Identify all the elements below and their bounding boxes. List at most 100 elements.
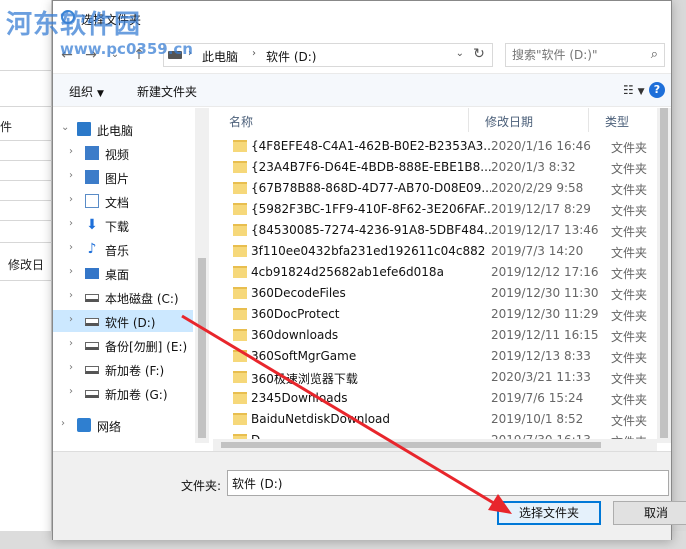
chevron-right-icon[interactable]: › (69, 266, 73, 277)
search-icon[interactable]: ⌕ (651, 47, 658, 62)
new-folder-button[interactable]: 新建文件夹 (137, 83, 197, 100)
file-name: {5982F3BC-1FF9-410F-8F62-3E206FAF... (251, 202, 491, 216)
file-type: 文件夹 (611, 162, 648, 176)
view-options-icon[interactable]: ☷ ▼ (623, 83, 645, 97)
search-input[interactable] (506, 44, 636, 66)
file-date: 2019/12/17 13:46 (491, 223, 599, 237)
dialog-titlebar[interactable]: 选择文件夹 (53, 1, 671, 35)
file-row[interactable]: 360downloads 2019/12/11 16:15 文件夹 (213, 325, 657, 346)
chevron-down-icon[interactable]: ⌄ (61, 122, 69, 133)
scroll-thumb[interactable] (198, 258, 206, 438)
folder-icon (233, 203, 247, 215)
nav-item[interactable]: › 桌面 (53, 262, 193, 284)
file-row[interactable]: {5982F3BC-1FF9-410F-8F62-3E206FAF... 2019… (213, 199, 657, 220)
file-name: 2345Downloads (251, 391, 348, 405)
sort-up-icon: ^ (353, 108, 361, 114)
chevron-right-icon[interactable]: › (69, 242, 73, 253)
nav-item[interactable]: › 软件 (D:) (53, 310, 193, 332)
chevron-right-icon[interactable]: › (69, 314, 73, 325)
file-type: 文件夹 (611, 309, 648, 323)
downloads-folder-icon: ⬇ (86, 217, 98, 233)
navigation-scrollbar[interactable] (195, 108, 209, 443)
search-box: ⌕ (505, 43, 665, 67)
folder-field-label: 文件夹: (181, 479, 222, 493)
nav-item-label: 音乐 (105, 244, 130, 258)
column-header-modified[interactable]: 修改日期 (469, 108, 589, 132)
breadcrumb-this-pc[interactable]: 此电脑 (202, 48, 238, 65)
drive-icon (85, 294, 99, 302)
scroll-thumb[interactable] (221, 442, 601, 448)
chevron-right-icon[interactable]: › (69, 194, 73, 205)
folder-icon (233, 371, 247, 383)
folder-icon (233, 245, 247, 257)
nav-item[interactable]: › 备份[勿删] (E:) (53, 334, 193, 356)
file-row[interactable]: {67B78B88-868D-4D77-AB70-D08E09... 2020/2… (213, 178, 657, 199)
breadcrumb-d-drive[interactable]: 软件 (D:) (266, 48, 316, 65)
file-row[interactable]: {4F8EFE48-C4A1-462B-B0E2-B2353A3... 2020/… (213, 136, 657, 157)
file-date: 2019/7/6 15:24 (491, 391, 584, 405)
file-row[interactable]: {23A4B7F6-D64E-4BDB-888E-EBE1B8... 2020/1… (213, 157, 657, 178)
nav-item-label: 软件 (D:) (105, 316, 156, 330)
address-bar[interactable]: › 此电脑 › 软件 (D:) ⌄ ↻ (163, 43, 493, 67)
file-row[interactable]: 360SoftMgrGame 2019/12/13 8:33 文件夹 (213, 346, 657, 367)
file-date: 2019/12/12 17:16 (491, 265, 599, 279)
nav-item[interactable]: › 网络 (53, 414, 193, 436)
folder-icon (233, 140, 247, 152)
file-row[interactable]: 360DocProtect 2019/12/30 11:29 文件夹 (213, 304, 657, 325)
drive-icon (85, 366, 99, 374)
watermark-url: www.pc0359.cn (60, 40, 193, 58)
cancel-button[interactable]: 取消 (613, 501, 686, 525)
nav-item-label: 本地磁盘 (C:) (105, 292, 179, 306)
file-type: 文件夹 (611, 330, 648, 344)
chevron-right-icon[interactable]: › (69, 146, 73, 157)
nav-item[interactable]: ⌄ 此电脑 (53, 118, 193, 140)
chevron-right-icon[interactable]: › (69, 218, 73, 229)
nav-item[interactable]: › 图片 (53, 166, 193, 188)
nav-item[interactable]: › 本地磁盘 (C:) (53, 286, 193, 308)
file-row[interactable]: 3f110ee0432bfa231ed192611c04c882 2019/7/3… (213, 241, 657, 262)
file-name: {4F8EFE48-C4A1-462B-B0E2-B2353A3... (251, 139, 491, 153)
background-left-panel: 件 修改日 (0, 0, 52, 549)
nav-item[interactable]: › 新加卷 (G:) (53, 382, 193, 404)
organize-button[interactable]: 组织 ▼ (69, 83, 104, 100)
nav-item[interactable]: › 视频 (53, 142, 193, 164)
dialog-footer: 文件夹: 选择文件夹 取消 (53, 451, 686, 540)
chevron-right-icon[interactable]: › (69, 338, 73, 349)
file-row[interactable]: {84530085-7274-4236-91A8-5DBF484... 2019/… (213, 220, 657, 241)
folder-icon (233, 266, 247, 278)
scroll-thumb[interactable] (660, 108, 668, 438)
column-header-type[interactable]: 类型 (589, 108, 657, 132)
select-folder-dialog: 选择文件夹 ← → ⌄ ↑ › 此电脑 › 软件 (D:) ⌄ ↻ ⌕ 组织▼ … (52, 0, 686, 540)
chevron-right-icon[interactable]: › (69, 290, 73, 301)
column-header-name-label: 名称 (229, 115, 254, 129)
file-name: {23A4B7F6-D64E-4BDB-888E-EBE1B8... (251, 160, 491, 174)
file-row[interactable]: 360DecodeFiles 2019/12/30 11:30 文件夹 (213, 283, 657, 304)
file-name: 360DecodeFiles (251, 286, 346, 300)
file-row[interactable]: 4cb91824d25682ab1efe6d018a 2019/12/12 17:… (213, 262, 657, 283)
file-type: 文件夹 (611, 414, 648, 428)
folder-icon (233, 308, 247, 320)
file-row[interactable]: BaiduNetdiskDownload 2019/10/1 8:52 文件夹 (213, 409, 657, 430)
file-row[interactable]: 2345Downloads 2019/7/6 15:24 文件夹 (213, 388, 657, 409)
chevron-right-icon[interactable]: › (69, 386, 73, 397)
file-name: 3f110ee0432bfa231ed192611c04c882 (251, 244, 486, 258)
breadcrumb-separator-icon[interactable]: › (252, 48, 256, 59)
file-row[interactable]: 360极速浏览器下载 2020/3/21 11:33 文件夹 (213, 367, 657, 388)
nav-item[interactable]: › 文档 (53, 190, 193, 212)
column-header-name[interactable]: 名称 ^ (213, 108, 469, 132)
file-name: 360极速浏览器下载 (251, 372, 358, 386)
chevron-right-icon[interactable]: › (61, 418, 65, 429)
chevron-right-icon[interactable]: › (69, 362, 73, 373)
file-list-vertical-scrollbar[interactable] (657, 108, 671, 443)
nav-item[interactable]: › ⬇ 下载 (53, 214, 193, 236)
chevron-right-icon[interactable]: › (69, 170, 73, 181)
refresh-icon[interactable]: ↻ (470, 46, 488, 64)
nav-item[interactable]: › 新加卷 (F:) (53, 358, 193, 380)
help-icon[interactable]: ? (649, 82, 665, 98)
folder-field[interactable] (227, 470, 669, 496)
address-dropdown-icon[interactable]: ⌄ (456, 48, 464, 59)
file-list-horizontal-scrollbar[interactable] (213, 439, 657, 451)
nav-item[interactable]: › ♪ 音乐 (53, 238, 193, 260)
select-folder-button[interactable]: 选择文件夹 (497, 501, 601, 525)
documents-folder-icon (85, 194, 99, 208)
